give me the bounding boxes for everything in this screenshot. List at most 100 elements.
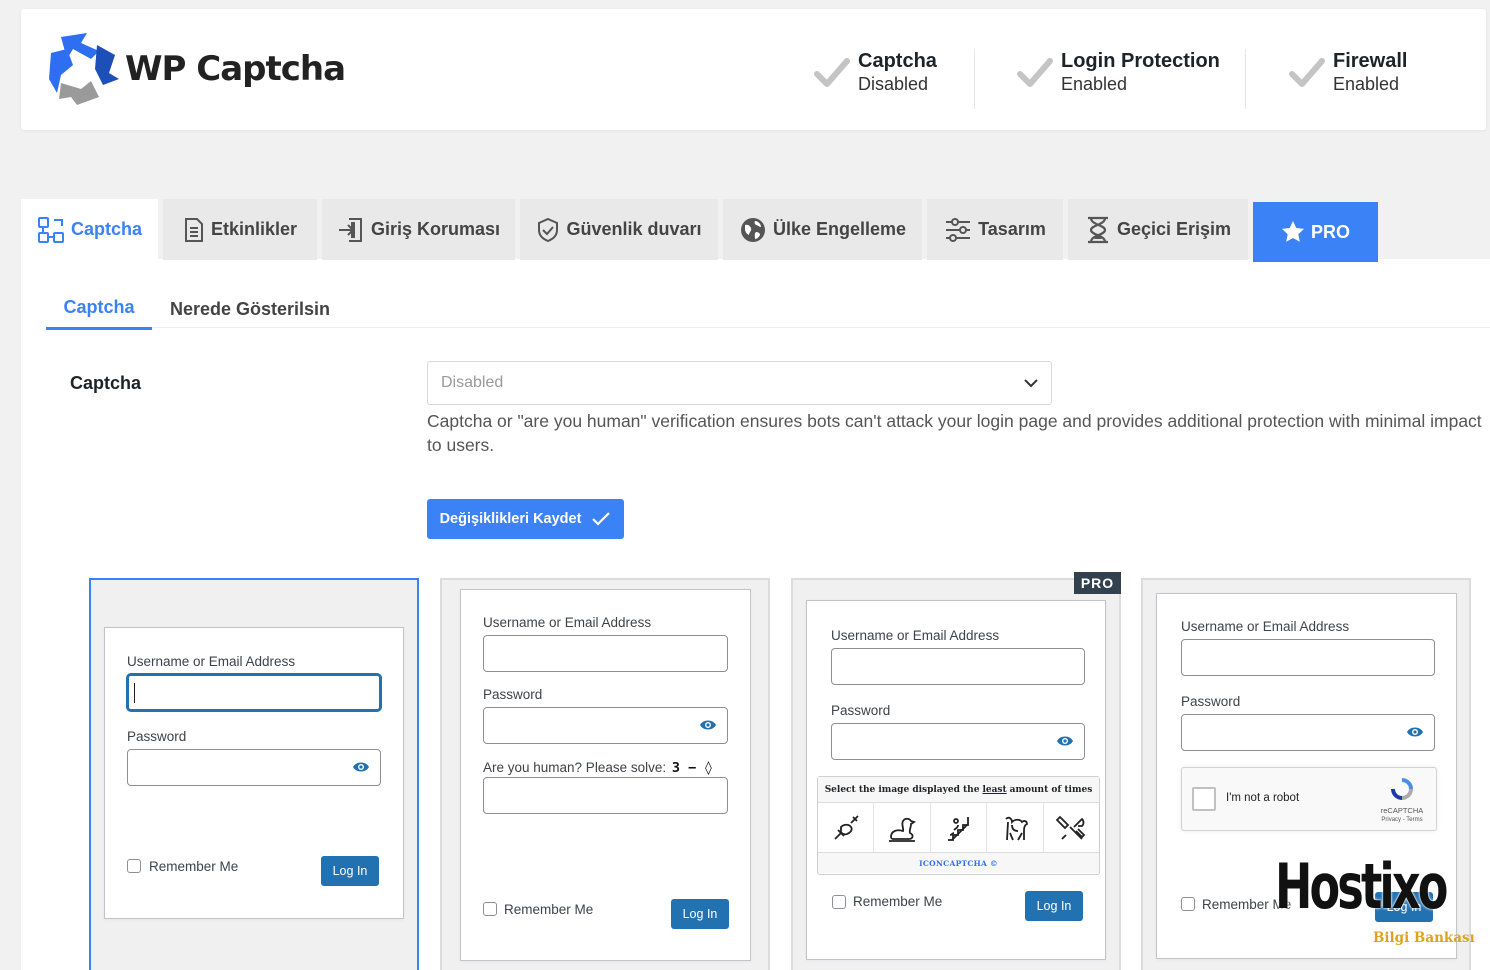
password-label: Password bbox=[831, 703, 891, 718]
guitar-icon bbox=[834, 814, 859, 840]
username-input[interactable] bbox=[127, 674, 381, 711]
username-label: Username or Email Address bbox=[483, 615, 652, 630]
tab-etkinlikler[interactable]: Etkinlikler bbox=[163, 199, 317, 260]
subtab-captcha[interactable]: Captcha bbox=[46, 288, 152, 330]
save-button-label: Değişiklikleri Kaydet bbox=[439, 511, 582, 527]
hourglass-icon bbox=[1087, 216, 1108, 243]
tab-label: Güvenlik duvarı bbox=[566, 219, 702, 239]
captcha-icon bbox=[37, 216, 64, 243]
math-expression: 3 − ◊ bbox=[671, 760, 713, 776]
login-form-preview: Username or Email Address Password Selec… bbox=[806, 600, 1106, 960]
username-input[interactable] bbox=[483, 635, 728, 672]
iconcaptcha-option[interactable] bbox=[874, 803, 931, 852]
header: WP Captcha Captcha Disabled Login Protec… bbox=[21, 9, 1486, 130]
camel-icon bbox=[1005, 816, 1028, 840]
status-login-protection: Login Protection Enabled bbox=[1017, 49, 1220, 101]
status-value: Enabled bbox=[1061, 74, 1128, 94]
recaptcha-label: I'm not a robot bbox=[1226, 792, 1300, 804]
password-input[interactable] bbox=[831, 723, 1085, 760]
eye-icon[interactable] bbox=[352, 761, 370, 773]
stairs-icon bbox=[947, 816, 969, 841]
subtab-nerede-gosterilsin[interactable]: Nerede Gösterilsin bbox=[158, 288, 342, 330]
password-label: Password bbox=[127, 729, 187, 744]
prompt-text: Select the image displayed the bbox=[824, 784, 980, 795]
pro-badge: PRO bbox=[1074, 572, 1121, 594]
tab-giris-korumasi[interactable]: Giriş Koruması bbox=[322, 199, 515, 260]
status-firewall: Firewall Enabled bbox=[1289, 49, 1407, 101]
check-icon bbox=[1017, 58, 1053, 87]
iconcaptcha-option[interactable] bbox=[1044, 803, 1099, 852]
recaptcha-links[interactable]: Privacy - Terms bbox=[1362, 817, 1442, 823]
tab-label: Captcha bbox=[70, 219, 142, 239]
iconcaptcha-icons bbox=[818, 803, 1099, 853]
math-question: Are you human? Please solve: bbox=[483, 760, 667, 775]
tab-gecici-erisim[interactable]: Geçici Erişim bbox=[1068, 199, 1248, 260]
tools-icon bbox=[1056, 815, 1086, 840]
remember-label: Remember Me bbox=[504, 902, 594, 917]
recaptcha-logo-icon bbox=[1391, 778, 1413, 800]
select-value: Disabled bbox=[441, 374, 504, 391]
eye-icon[interactable] bbox=[699, 719, 717, 731]
login-form-preview: Username or Email Address Password Are y… bbox=[460, 589, 751, 961]
password-label: Password bbox=[483, 687, 543, 702]
login-button[interactable]: Log In bbox=[321, 856, 379, 886]
divider bbox=[1245, 49, 1246, 109]
tab-label: Tasarım bbox=[978, 219, 1046, 239]
tab-ulke-engelleme[interactable]: Ülke Engelleme bbox=[723, 199, 922, 260]
login-icon bbox=[338, 217, 362, 242]
tab-label: PRO bbox=[1310, 221, 1350, 242]
username-input[interactable] bbox=[1181, 639, 1435, 676]
captcha-field-label: Captcha bbox=[70, 373, 142, 393]
tab-label: Giriş Koruması bbox=[370, 219, 501, 239]
tab-tasarim[interactable]: Tasarım bbox=[927, 199, 1063, 260]
iconcaptcha-footer: ICONCAPTCHA © bbox=[818, 853, 1099, 873]
status-value: Enabled bbox=[1333, 74, 1400, 94]
login-button[interactable]: Log In bbox=[1025, 891, 1083, 921]
username-input[interactable] bbox=[831, 648, 1085, 685]
iconcaptcha-option[interactable] bbox=[987, 803, 1044, 852]
remember-checkbox[interactable] bbox=[832, 895, 846, 909]
status-title: Firewall bbox=[1333, 50, 1408, 72]
prompt-emphasis: least bbox=[982, 784, 1007, 795]
captcha-select[interactable]: Disabled bbox=[427, 361, 1052, 405]
captcha-option-iconcaptcha[interactable]: Username or Email Address Password Selec… bbox=[791, 578, 1121, 970]
math-captcha-label: Are you human? Please solve: 3 − ◊ bbox=[483, 760, 713, 776]
captcha-option-math[interactable]: Username or Email Address Password Are y… bbox=[440, 578, 770, 970]
password-input[interactable] bbox=[127, 749, 381, 786]
tab-label: Ülke Engelleme bbox=[772, 219, 907, 239]
tab-captcha[interactable]: Captcha bbox=[21, 199, 158, 260]
recaptcha-checkbox[interactable] bbox=[1192, 787, 1216, 811]
iconcaptcha-option[interactable] bbox=[818, 803, 875, 852]
remember-checkbox[interactable] bbox=[483, 902, 497, 916]
captcha-help-text: Captcha or "are you human" verification … bbox=[427, 411, 1482, 455]
tab-guvenlik-duvari[interactable]: Güvenlik duvarı bbox=[520, 199, 718, 260]
status-title: Captcha bbox=[858, 50, 937, 72]
password-label: Password bbox=[1181, 694, 1241, 709]
duck-icon bbox=[889, 817, 917, 842]
password-input[interactable] bbox=[1181, 714, 1435, 751]
iconcaptcha-prompt: Select the image displayed the least amo… bbox=[818, 777, 1099, 803]
check-icon bbox=[592, 512, 611, 526]
password-input[interactable] bbox=[483, 707, 728, 744]
wp-captcha-logo-icon bbox=[49, 33, 119, 105]
tab-pro[interactable]: PRO bbox=[1253, 202, 1378, 262]
iconcaptcha-widget: Select the image displayed the least amo… bbox=[817, 776, 1100, 875]
logo: WP Captcha bbox=[47, 31, 346, 107]
chevron-down-icon bbox=[1024, 379, 1038, 388]
login-button[interactable]: Log In bbox=[671, 899, 729, 929]
remember-checkbox[interactable] bbox=[127, 859, 141, 873]
brand-name: WP Captcha bbox=[125, 49, 346, 89]
save-changes-button[interactable]: Değişiklikleri Kaydet bbox=[427, 499, 624, 539]
eye-icon[interactable] bbox=[1056, 735, 1074, 747]
prompt-text: amount of times bbox=[1009, 784, 1093, 795]
eye-icon[interactable] bbox=[1406, 726, 1424, 738]
remember-label: Remember Me bbox=[149, 859, 239, 874]
status-captcha: Captcha Disabled bbox=[814, 49, 937, 101]
remember-label: Remember Me bbox=[853, 894, 943, 909]
remember-checkbox[interactable] bbox=[1181, 897, 1195, 911]
document-icon bbox=[184, 217, 203, 242]
iconcaptcha-option[interactable] bbox=[931, 803, 988, 852]
username-label: Username or Email Address bbox=[127, 654, 296, 669]
captcha-option-disabled[interactable]: Username or Email Address Password Remem… bbox=[89, 578, 419, 970]
math-answer-input[interactable] bbox=[483, 777, 728, 814]
